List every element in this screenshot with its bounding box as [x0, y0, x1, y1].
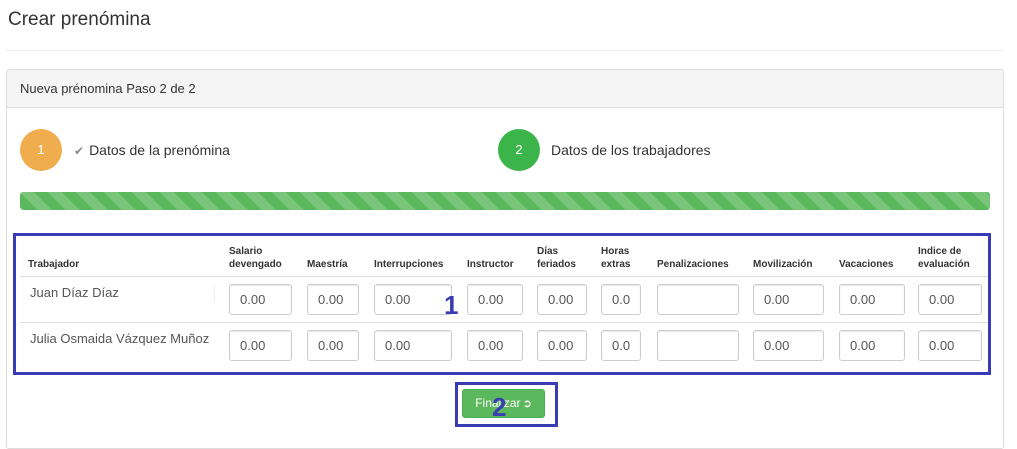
check-icon: ✔: [74, 144, 85, 158]
panel-heading: Nueva prénomina Paso 2 de 2: [7, 70, 1003, 108]
step-2-label[interactable]: Datos de los trabajadores: [551, 142, 711, 158]
step-1-text: Datos de la prenómina: [89, 142, 230, 158]
step-1-circle[interactable]: 1: [20, 129, 62, 171]
annotation-box-1: [13, 233, 991, 375]
progress-bar: [20, 192, 990, 210]
step-1-label[interactable]: ✔ Datos de la prenómina: [74, 142, 230, 158]
annotation-marker-2: 2: [492, 392, 507, 422]
step-2-circle[interactable]: 2: [498, 129, 540, 171]
page-title: Crear prenómina: [8, 9, 151, 30]
annotation-box-2: [455, 382, 558, 427]
title-divider: [6, 50, 1004, 51]
annotation-marker-1: 1: [444, 290, 459, 320]
